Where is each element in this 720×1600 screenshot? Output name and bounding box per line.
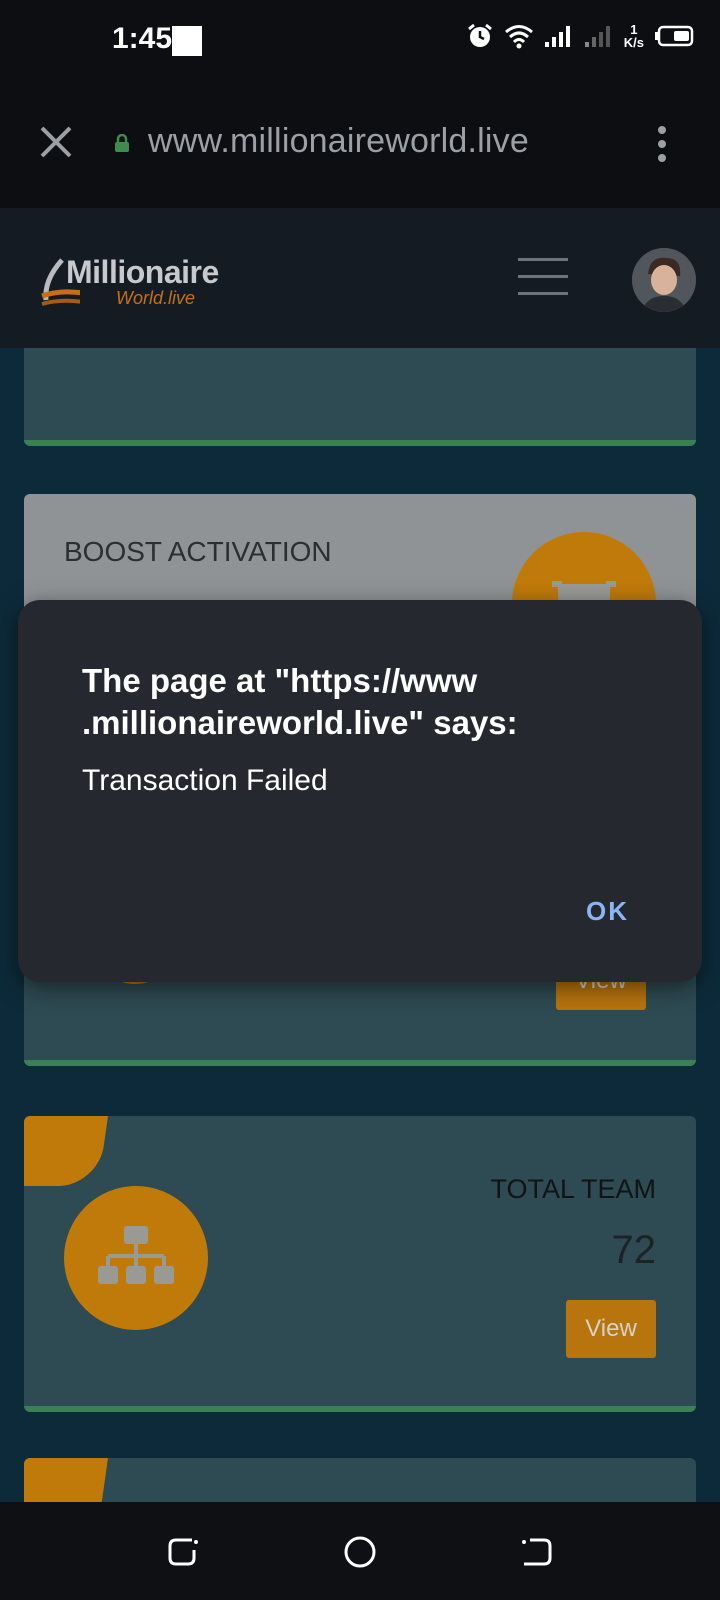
stat-card-top [24, 348, 696, 446]
system-nav-bar [0, 1502, 720, 1600]
home-icon[interactable] [340, 1532, 380, 1572]
notification-block [172, 26, 202, 56]
status-time: 1:45 [112, 22, 173, 55]
net-speed: 1 K/s [624, 23, 644, 49]
screen: 1:45 1 K/s www.millionaireworld.live Mil… [0, 0, 720, 1600]
logo-sub-text: World.live [116, 288, 196, 308]
battery-icon [655, 25, 694, 47]
status-icons: 1 K/s [466, 22, 694, 50]
alert-dialog: The page at "https://www .millionairewor… [18, 600, 702, 982]
stat-card-bottom [24, 1458, 696, 1502]
avatar-person-icon [632, 248, 696, 312]
avatar[interactable] [632, 248, 696, 312]
site-logo[interactable]: Millionaire World.live [40, 254, 230, 316]
dialog-title: The page at "https://www .millionairewor… [82, 662, 518, 741]
alarm-icon [467, 23, 492, 47]
card-corner-decoration [24, 1458, 109, 1502]
dialog-message: Transaction Failed [82, 764, 328, 797]
boost-activation-title: BOOST ACTIVATION [64, 536, 332, 567]
browser-toolbar: www.millionaireworld.live [0, 82, 720, 208]
logo-main-text: Millionaire [66, 254, 219, 290]
total-team-title: TOTAL TEAM [490, 1174, 656, 1204]
ok-button[interactable]: OK [578, 890, 637, 933]
hamburger-line [518, 258, 568, 261]
hamburger-line [518, 292, 568, 295]
lock-icon [115, 134, 129, 152]
close-icon[interactable] [36, 122, 76, 162]
back-icon[interactable] [516, 1532, 556, 1572]
signal-weak-icon [584, 26, 610, 47]
total-team-count: 72 [611, 1228, 657, 1272]
wifi-icon [504, 25, 533, 49]
network-icon [98, 1226, 174, 1284]
hamburger-line [518, 275, 568, 278]
site-header: Millionaire World.live [0, 208, 720, 348]
team-badge [64, 1186, 208, 1330]
total-team-card: TOTAL TEAM 72 View [24, 1116, 696, 1412]
status-bar: 1:45 1 K/s [0, 0, 720, 82]
signal-icon [544, 26, 570, 47]
team-view-button[interactable]: View [566, 1300, 656, 1358]
url-text[interactable]: www.millionaireworld.live [148, 122, 529, 161]
more-vert-icon[interactable] [654, 124, 670, 164]
card-corner-decoration [24, 1116, 109, 1186]
recent-apps-icon[interactable] [164, 1532, 204, 1572]
hamburger-menu-icon[interactable] [518, 258, 568, 298]
net-speed-unit: K/s [623, 35, 644, 50]
